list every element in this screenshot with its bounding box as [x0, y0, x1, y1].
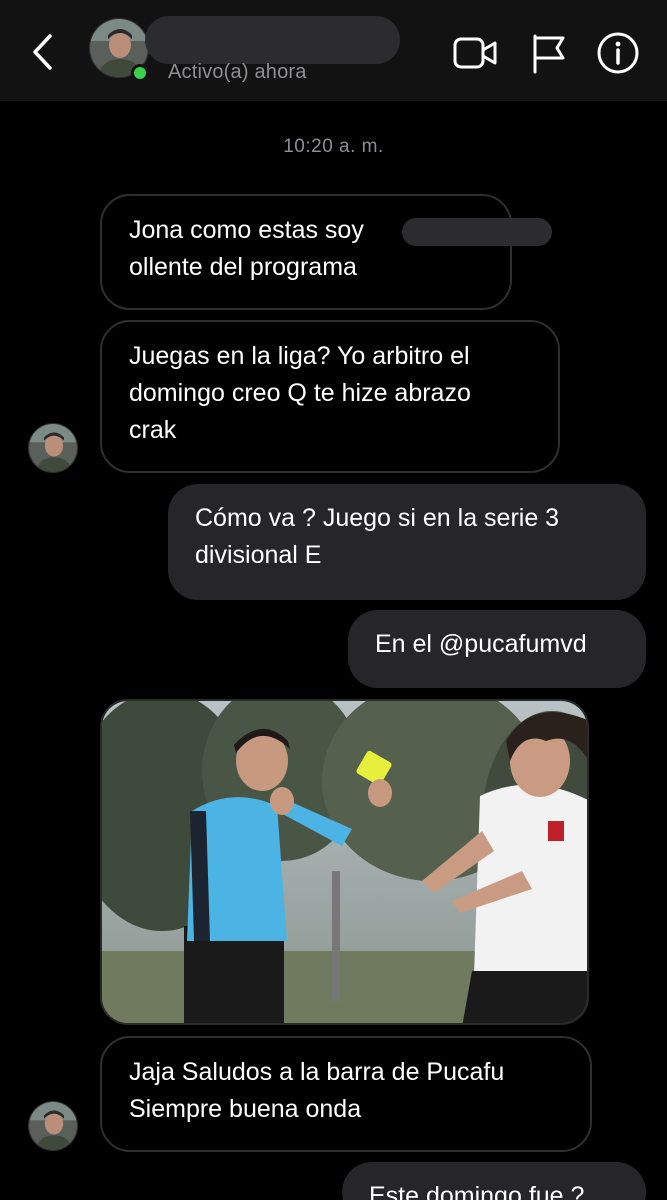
- sender-avatar[interactable]: [28, 1101, 78, 1151]
- redacted-contact-name: [145, 16, 400, 64]
- message-line: divisional E: [195, 541, 322, 569]
- active-status-text: Activo(a) ahora: [168, 61, 307, 83]
- contact-avatar[interactable]: [89, 18, 151, 84]
- message-line: Este domingo fue ?: [369, 1182, 585, 1200]
- info-icon: [597, 32, 639, 74]
- flag-icon: [533, 34, 565, 74]
- message-line: Jaja Saludos a la barra de Pucafu: [129, 1058, 505, 1086]
- message-line: En el @pucafumvd: [375, 630, 587, 658]
- referee-photo: [102, 701, 587, 1023]
- sender-avatar[interactable]: [28, 423, 78, 473]
- incoming-message[interactable]: Juegas en la liga? Yo arbitro el domingo…: [100, 320, 560, 473]
- outgoing-message[interactable]: Cómo va ? Juego si en la serie 3 divisio…: [168, 484, 646, 600]
- message-line: crak: [129, 416, 177, 444]
- info-button[interactable]: [595, 30, 641, 76]
- message-line: domingo creo Q te hize abrazo: [129, 379, 471, 407]
- incoming-message[interactable]: Jaja Saludos a la barra de Pucafu Siempr…: [100, 1036, 592, 1152]
- message-line: Juegas en la liga? Yo arbitro el: [129, 342, 470, 370]
- back-button[interactable]: [24, 30, 64, 74]
- redacted-name: [402, 218, 552, 246]
- video-call-button[interactable]: [452, 30, 498, 76]
- photo-message[interactable]: [100, 699, 589, 1025]
- message-line: ollente del programa: [129, 253, 357, 281]
- message-timestamp: 10:20 a. m.: [283, 136, 384, 157]
- outgoing-message[interactable]: Este domingo fue ?: [342, 1162, 646, 1200]
- message-line: Siempre buena onda: [129, 1095, 362, 1123]
- message-line: Cómo va ? Juego si en la serie 3: [195, 504, 560, 532]
- chevron-left-icon: [33, 34, 52, 70]
- video-camera-icon: [453, 37, 497, 69]
- chat-header: Activo(a) ahora: [0, 0, 667, 101]
- report-button[interactable]: [527, 30, 573, 76]
- outgoing-message[interactable]: En el @pucafumvd: [348, 610, 646, 688]
- online-status-dot: [131, 64, 149, 82]
- incoming-message[interactable]: Jona como estas soy ollente del programa: [100, 194, 552, 310]
